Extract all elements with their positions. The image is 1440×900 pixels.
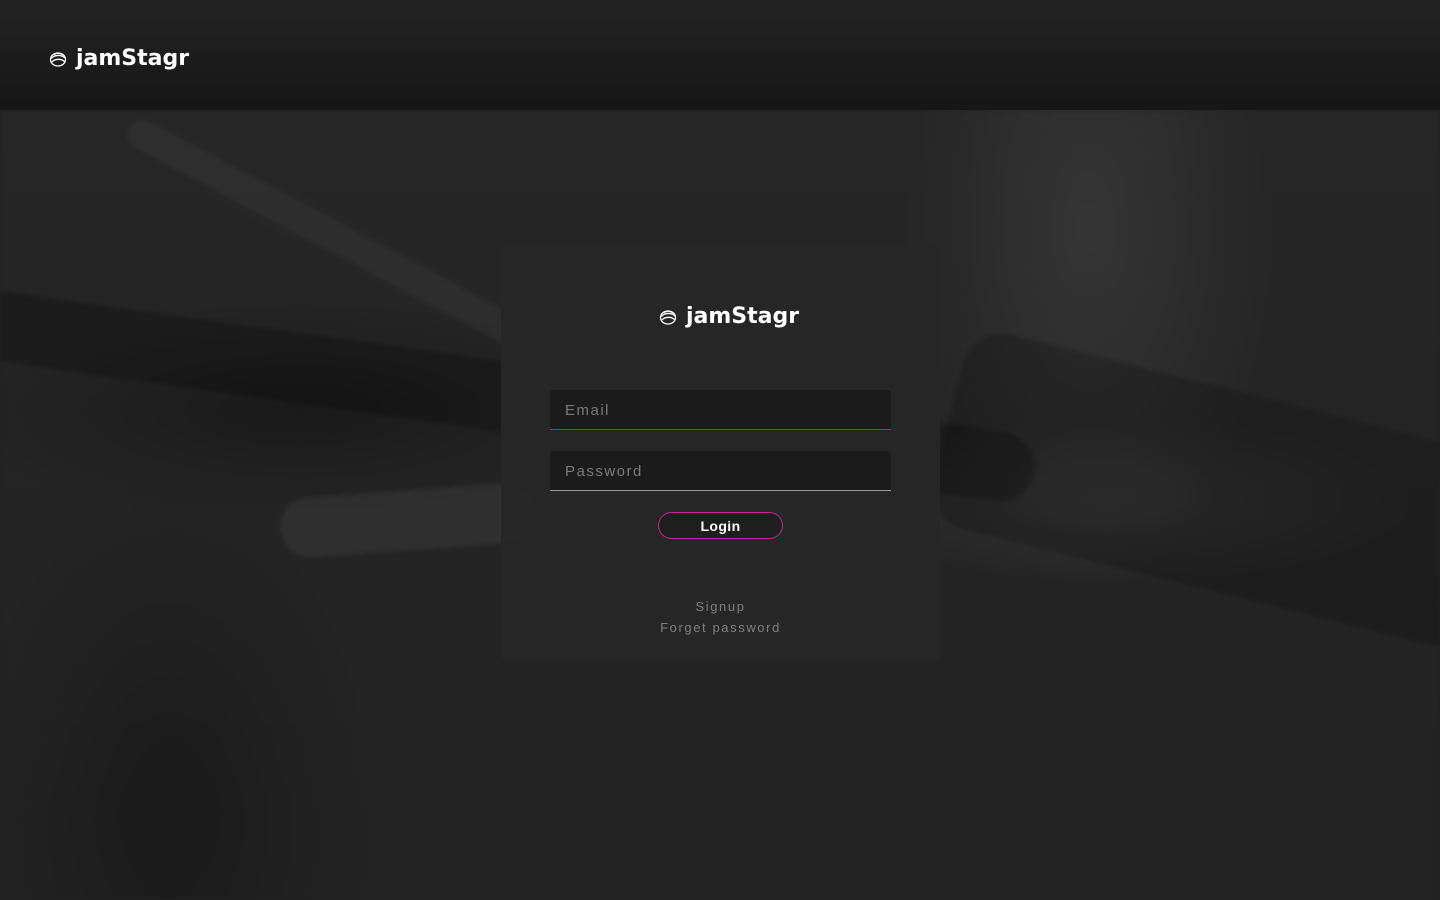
brand-name: jamStagr [686,304,800,329]
email-field-wrapper [550,390,891,430]
forget-password-link[interactable]: Forget password [501,620,940,635]
top-header: jamStagr [0,0,1440,110]
brand-name: jamStagr [76,46,190,71]
email-input[interactable] [550,390,891,429]
swirl-logo-icon [49,51,67,67]
swirl-logo-icon [659,309,677,325]
signup-link[interactable]: Signup [501,599,940,614]
login-button[interactable]: Login [658,512,783,539]
login-page: jamStagr jamStagr Login Signup Forget pa… [0,0,1440,900]
password-input[interactable] [550,451,891,490]
login-card: jamStagr Login Signup Forget password [501,246,940,659]
card-logo: jamStagr [658,304,799,329]
header-logo[interactable]: jamStagr [48,46,189,71]
password-field-wrapper [550,451,891,491]
